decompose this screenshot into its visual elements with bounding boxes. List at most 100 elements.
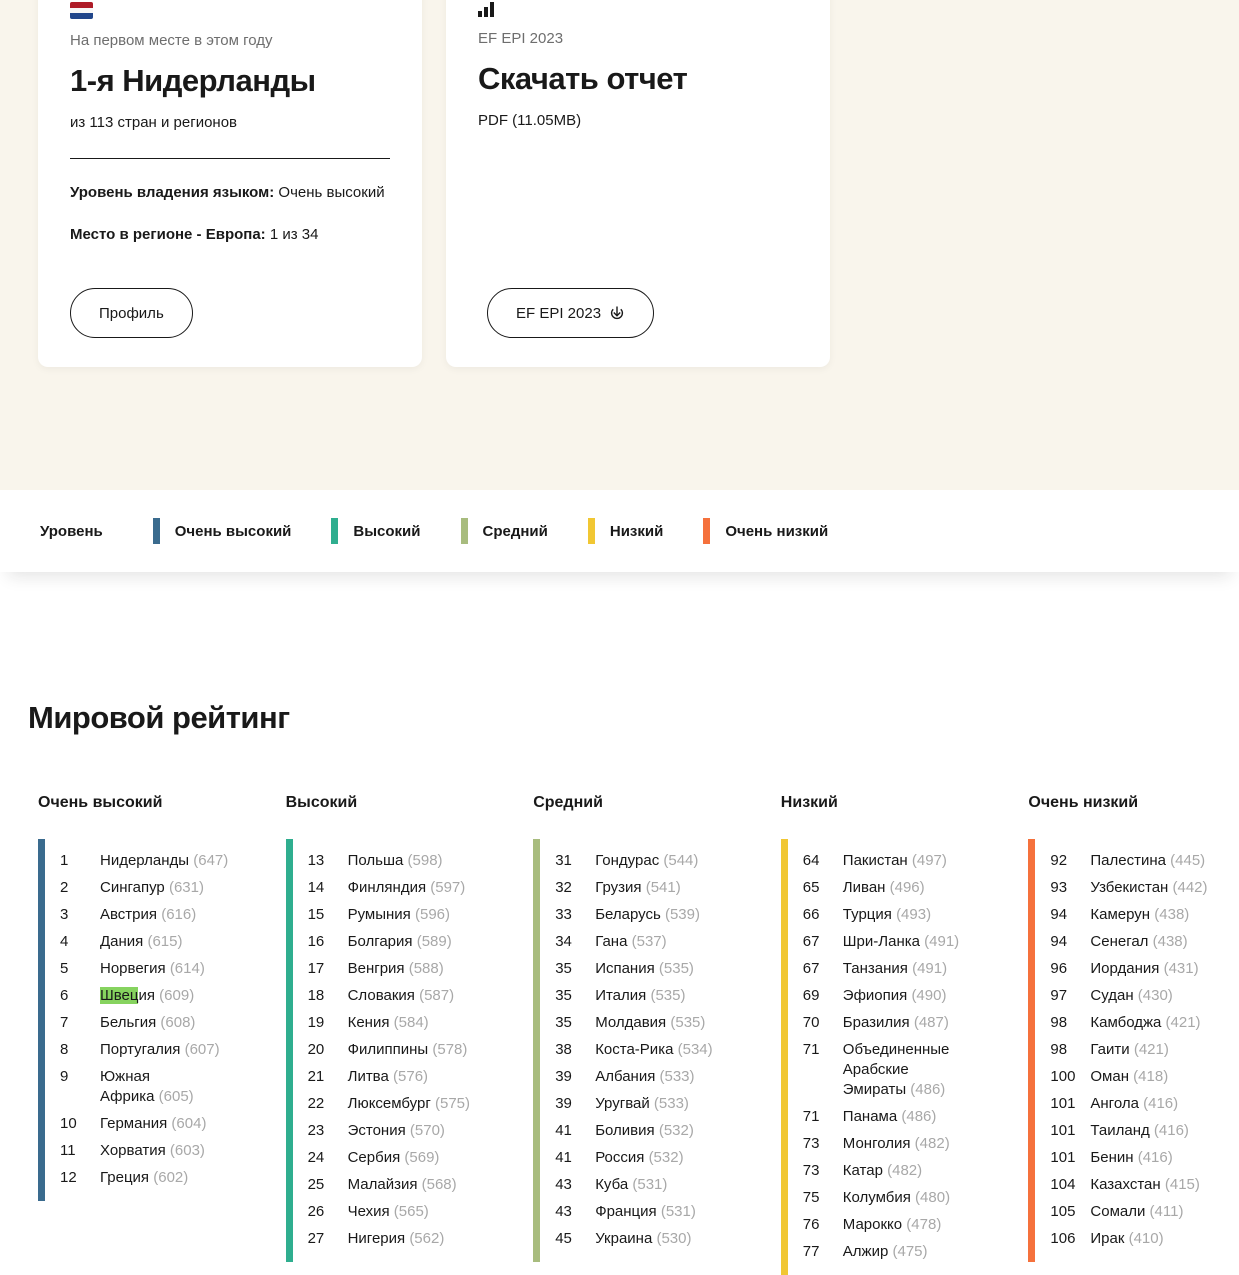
country-link[interactable]: Боливия [595,1122,659,1139]
country-link[interactable]: Бразилия [843,1014,914,1031]
country-link[interactable]: Люксембург [348,1095,435,1112]
country-link[interactable]: Польша [348,852,408,869]
country-score: (570) [409,1121,445,1139]
level-color-bar [533,839,541,1262]
country-link[interactable]: Словакия [348,987,419,1004]
country-link[interactable]: Катар [843,1162,887,1179]
country-link[interactable]: Танзания [843,960,912,977]
ranking-row: 76 Марокко (478) [803,1211,981,1238]
country-link[interactable]: Куба [595,1176,632,1193]
country-cell: Хорватия (603) [100,1141,238,1161]
ranking-row: 33 Беларусь (539) [555,901,733,928]
country-link[interactable]: Португалия [100,1041,185,1058]
download-report-button[interactable]: EF EPI 2023 [487,288,655,338]
country-score: (607) [184,1040,220,1058]
country-link[interactable]: Колумбия [843,1189,915,1206]
country-link[interactable]: Франция [595,1203,661,1220]
country-link[interactable]: Грузия [595,879,646,896]
country-link[interactable]: Ангола [1090,1095,1143,1112]
country-link[interactable]: Камерун [1090,906,1154,923]
rank-card: На первом месте в этом году 1-я Нидерлан… [38,0,422,367]
country-link[interactable]: Гаити [1090,1041,1133,1058]
country-link[interactable]: Албания [595,1068,659,1085]
legend-item-label: Очень низкий [725,522,829,540]
country-link[interactable]: Сомали [1090,1203,1149,1220]
country-link[interactable]: Хорватия [100,1142,170,1159]
country-link[interactable]: Австрия [100,906,161,923]
netherlands-flag-icon [70,2,93,19]
rank-number: 73 [802,1161,820,1179]
country-link[interactable]: Норвегия [100,960,170,977]
country-link[interactable]: Уругвай [595,1095,654,1112]
country-cell: Камбоджа (421) [1090,1013,1228,1033]
ranking-row: 43 Франция (531) [555,1198,733,1225]
country-link[interactable]: Филиппины [348,1041,433,1058]
country-link[interactable]: Молдавия [595,1014,670,1031]
rank-number: 93 [1050,878,1068,896]
country-link[interactable]: Болгария [348,933,417,950]
country-link[interactable]: Гана [595,933,631,950]
country-link[interactable]: Турция [843,906,896,923]
country-link[interactable]: Сингапур [100,879,169,896]
country-link[interactable]: Шри-Ланка [843,933,924,950]
country-link[interactable]: Палестина [1090,852,1170,869]
country-link[interactable]: Италия [595,987,650,1004]
country-link[interactable]: Кения [348,1014,394,1031]
country-link[interactable]: Финляндия [348,879,431,896]
country-link[interactable]: Малайзия [348,1176,422,1193]
country-score: (597) [430,878,466,896]
country-link[interactable]: Узбекистан [1090,879,1172,896]
country-link[interactable]: Камбоджа [1090,1014,1165,1031]
country-link[interactable]: Беларусь [595,906,665,923]
rank-number: 66 [802,905,820,923]
country-link[interactable]: Швеция [100,986,159,1004]
country-link[interactable]: Панама [843,1108,902,1125]
country-link[interactable]: Гондурас [595,852,663,869]
country-cell: Танзания (491) [843,959,981,979]
country-link[interactable]: Румыния [348,906,415,923]
profile-button[interactable]: Профиль [70,288,193,338]
country-link[interactable]: Чехия [348,1203,394,1220]
country-link[interactable]: Ливан [843,879,890,896]
country-link[interactable]: Сербия [348,1149,405,1166]
country-score: (416) [1137,1148,1173,1166]
country-link[interactable]: Сенегал [1090,933,1152,950]
country-link[interactable]: Судан [1090,987,1137,1004]
country-link[interactable]: Нидерланды [100,852,193,869]
rank-number: 39 [555,1067,572,1085]
country-link[interactable]: Нигерия [348,1230,410,1247]
country-cell: Румыния (596) [348,905,486,925]
country-link[interactable]: Пакистан [843,852,912,869]
country-link[interactable]: Россия [595,1149,648,1166]
country-link[interactable]: Германия [100,1115,171,1132]
country-link[interactable]: Литва [348,1068,393,1085]
country-link[interactable]: Марокко [843,1216,907,1233]
country-link[interactable]: Оман [1090,1068,1133,1085]
country-link[interactable]: Алжир [843,1243,893,1260]
country-link[interactable]: Таиланд [1090,1122,1154,1139]
rank-number: 97 [1050,986,1068,1004]
country-link[interactable]: Украина [595,1230,656,1247]
legend-item-label: Высокий [353,522,421,540]
country-link[interactable]: Южная Африка [100,1068,159,1105]
ranking-row: 67 Шри-Ланка (491) [803,928,981,955]
country-link[interactable]: Казахстан [1090,1176,1164,1193]
country-link[interactable]: Эфиопия [843,987,912,1004]
ranking-row: 77 Алжир (475) [803,1238,981,1265]
country-link[interactable]: Испания [595,960,659,977]
country-link[interactable]: Венгрия [348,960,409,977]
country-link[interactable]: Дания [100,933,147,950]
level-color-chip [587,518,595,544]
country-link[interactable]: Иордания [1090,960,1163,977]
country-link[interactable]: Бельгия [100,1014,160,1031]
country-link[interactable]: Эстония [348,1122,410,1139]
country-cell: Португалия (607) [100,1040,238,1060]
country-link[interactable]: Монголия [843,1135,915,1152]
country-link[interactable]: Ирак [1090,1230,1128,1247]
ranking-row: 1 Нидерланды (647) [60,847,238,874]
country-link[interactable]: Бенин [1090,1149,1137,1166]
country-link[interactable]: Греция [100,1169,153,1186]
country-cell: Пакистан (497) [843,851,981,871]
country-link[interactable]: Коста-Рика [595,1041,677,1058]
rank-number: 26 [307,1202,325,1220]
